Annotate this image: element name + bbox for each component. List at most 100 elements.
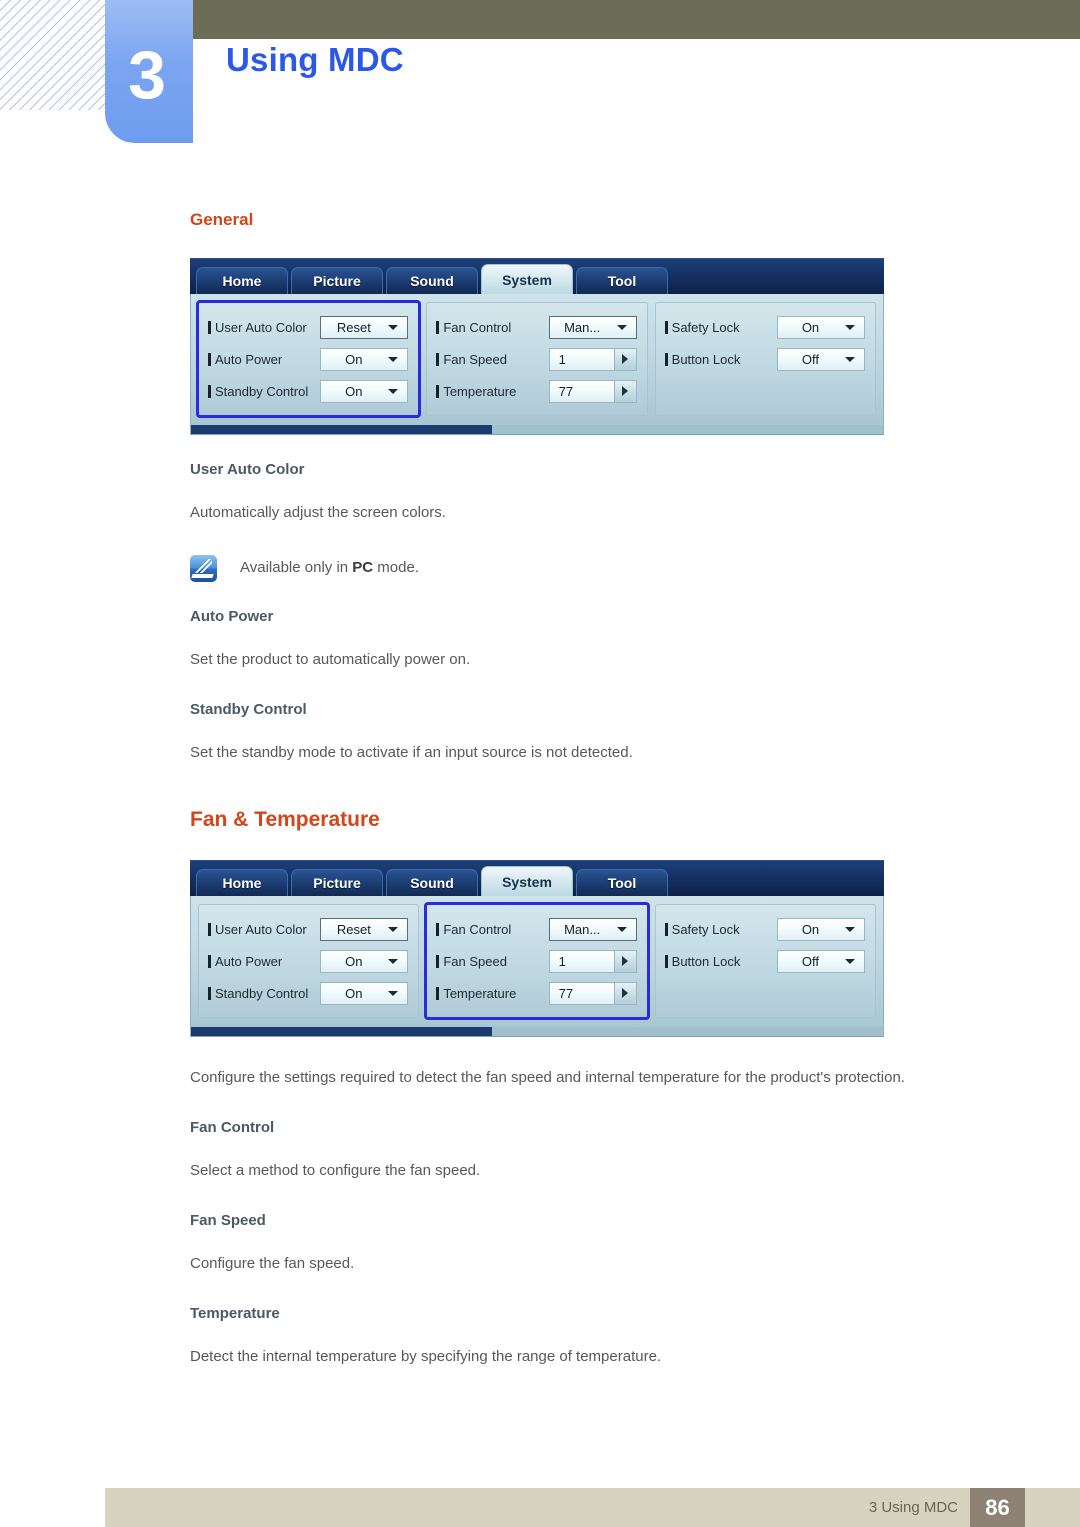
mdc-label-text: Fan Control: [443, 319, 512, 335]
mdc-label-fan-speed: Fan Speed: [436, 954, 548, 969]
mdc-spinner-value: 1: [558, 953, 566, 969]
olive-header-bar: [190, 0, 1080, 39]
heading-temperature: Temperature: [190, 1305, 280, 1322]
mdc-label-user-auto-color: User Auto Color: [208, 320, 320, 335]
mdc-dropdown-fan-control[interactable]: Man...: [548, 917, 637, 941]
mdc-label-temperature: Temperature: [436, 986, 548, 1001]
mdc-dropdown-value: On: [345, 351, 363, 367]
mdc-spinner-fan-speed[interactable]: 1: [548, 949, 637, 973]
page-content: General Home Picture Sound System Tool U…: [190, 210, 990, 1398]
mdc-label-temperature: Temperature: [436, 384, 548, 399]
mdc-label-text: Standby Control: [215, 985, 309, 1001]
mdc-dropdown-value: Off: [801, 351, 820, 367]
chapter-number: 3: [128, 36, 166, 113]
chevron-down-icon: [388, 356, 399, 362]
chevron-down-icon: [616, 324, 627, 330]
mdc-label-text: User Auto Color: [215, 921, 307, 937]
mdc-tab-sound[interactable]: Sound: [386, 869, 478, 896]
bullet-icon: [208, 954, 211, 968]
mdc-status-bar-left: [191, 425, 492, 434]
mdc-group-general: User Auto Color Reset Auto Power On Stan…: [195, 300, 422, 418]
mdc-label-text: Temperature: [443, 985, 517, 1001]
mdc-tab-sound[interactable]: Sound: [386, 267, 478, 294]
mdc-dropdown-safety-lock[interactable]: On: [776, 917, 865, 941]
bullet-icon: [664, 320, 668, 334]
mdc-status-bar: [190, 425, 884, 435]
mdc-dropdown-fan-control[interactable]: Man...: [548, 315, 637, 339]
mdc-dropdown-button-lock[interactable]: Off: [776, 949, 865, 973]
mdc-spinner-fan-speed[interactable]: 1: [548, 347, 637, 371]
mdc-spinner-value: 77: [558, 985, 574, 1001]
note-text-suffix: mode.: [373, 559, 419, 576]
mdc-label-fan-control: Fan Control: [436, 922, 548, 937]
mdc-label-text: Safety Lock: [671, 921, 740, 937]
mdc-tab-picture[interactable]: Picture: [291, 267, 383, 294]
mdc-label-text: Button Lock: [671, 351, 741, 367]
mdc-dropdown-button-lock[interactable]: Off: [776, 347, 865, 371]
mdc-row-user-auto-color: User Auto Color Reset: [208, 914, 409, 944]
mdc-spinner-temperature[interactable]: 77: [548, 379, 637, 403]
mdc-label-text: Button Lock: [671, 953, 741, 969]
mdc-dropdown-standby-control[interactable]: On: [320, 981, 409, 1005]
chevron-down-icon: [388, 990, 399, 996]
mdc-dropdown-auto-power[interactable]: On: [320, 347, 409, 371]
mdc-tab-picture[interactable]: Picture: [291, 869, 383, 896]
mdc-spinner-value: 1: [558, 351, 566, 367]
mdc-row-temperature: Temperature 77: [436, 978, 637, 1008]
mdc-dropdown-safety-lock[interactable]: On: [776, 315, 865, 339]
mdc-dropdown-standby-control[interactable]: On: [320, 379, 409, 403]
mdc-row-safety-lock: Safety Lock On: [664, 312, 865, 342]
chevron-down-icon: [388, 958, 399, 964]
mdc-label-text: Fan Speed: [443, 351, 507, 367]
text-fan-speed: Configure the fan speed.: [190, 1255, 355, 1272]
mdc-dropdown-value: Reset: [336, 921, 371, 937]
mdc-row-fan-speed: Fan Speed 1: [436, 344, 637, 374]
text-fan-control: Select a method to configure the fan spe…: [190, 1162, 481, 1179]
mdc-spinner-increment-button[interactable]: [613, 348, 636, 370]
bullet-icon: [664, 922, 668, 936]
bullet-icon: [436, 922, 440, 936]
mdc-tab-home[interactable]: Home: [196, 869, 288, 896]
mdc-label-standby-control: Standby Control: [208, 986, 320, 1001]
mdc-dropdown-value: On: [801, 319, 820, 335]
heading-general: General: [190, 210, 254, 229]
mdc-screenshot-general: Home Picture Sound System Tool User Auto…: [190, 258, 884, 435]
mdc-row-button-lock: Button Lock Off: [664, 344, 865, 374]
page-footer: 3 Using MDC 86: [105, 1488, 1080, 1527]
mdc-spinner-temperature[interactable]: 77: [548, 981, 637, 1005]
mdc-group-lock: Safety Lock On Button Lock Off: [654, 904, 876, 1018]
mdc-row-empty: [665, 376, 865, 406]
bullet-icon: [436, 954, 440, 968]
text-standby-control: Set the standby mode to activate if an i…: [190, 744, 633, 761]
mdc-tab-home[interactable]: Home: [196, 267, 288, 294]
mdc-dropdown-user-auto-color[interactable]: Reset: [320, 917, 409, 941]
mdc-dropdown-value: On: [345, 953, 363, 969]
note-text-emphasis: PC: [352, 559, 374, 576]
mdc-tab-system[interactable]: System: [481, 866, 573, 896]
mdc-row-temperature: Temperature 77: [436, 376, 637, 406]
bullet-icon: [436, 320, 440, 334]
mdc-dropdown-auto-power[interactable]: On: [320, 949, 409, 973]
mdc-spinner-increment-button[interactable]: [613, 380, 636, 402]
mdc-label-text: Fan Speed: [443, 953, 507, 969]
chevron-down-icon: [844, 926, 855, 932]
mdc-tab-tool[interactable]: Tool: [576, 869, 668, 896]
note-icon: [190, 555, 217, 582]
mdc-label-text: Safety Lock: [671, 319, 740, 335]
mdc-spinner-increment-button[interactable]: [613, 950, 636, 972]
bullet-icon: [208, 352, 211, 366]
mdc-tab-system[interactable]: System: [481, 264, 573, 294]
mdc-tab-bar: Home Picture Sound System Tool: [190, 258, 884, 294]
chevron-right-icon: [622, 386, 629, 396]
mdc-label-safety-lock: Safety Lock: [664, 921, 777, 937]
mdc-tab-tool[interactable]: Tool: [576, 267, 668, 294]
footer-page-box: 86: [970, 1488, 1025, 1527]
text-user-auto-color: Automatically adjust the screen colors.: [190, 504, 446, 521]
mdc-dropdown-value: Man...: [564, 319, 601, 335]
mdc-status-bar-right: [492, 1027, 883, 1036]
mdc-row-standby-control: Standby Control On: [208, 376, 409, 406]
mdc-dropdown-user-auto-color[interactable]: Reset: [320, 315, 409, 339]
mdc-spinner-increment-button[interactable]: [613, 982, 636, 1004]
note-text-prefix: Available only in: [240, 559, 353, 576]
mdc-group-lock: Safety Lock On Button Lock Off: [654, 302, 876, 416]
